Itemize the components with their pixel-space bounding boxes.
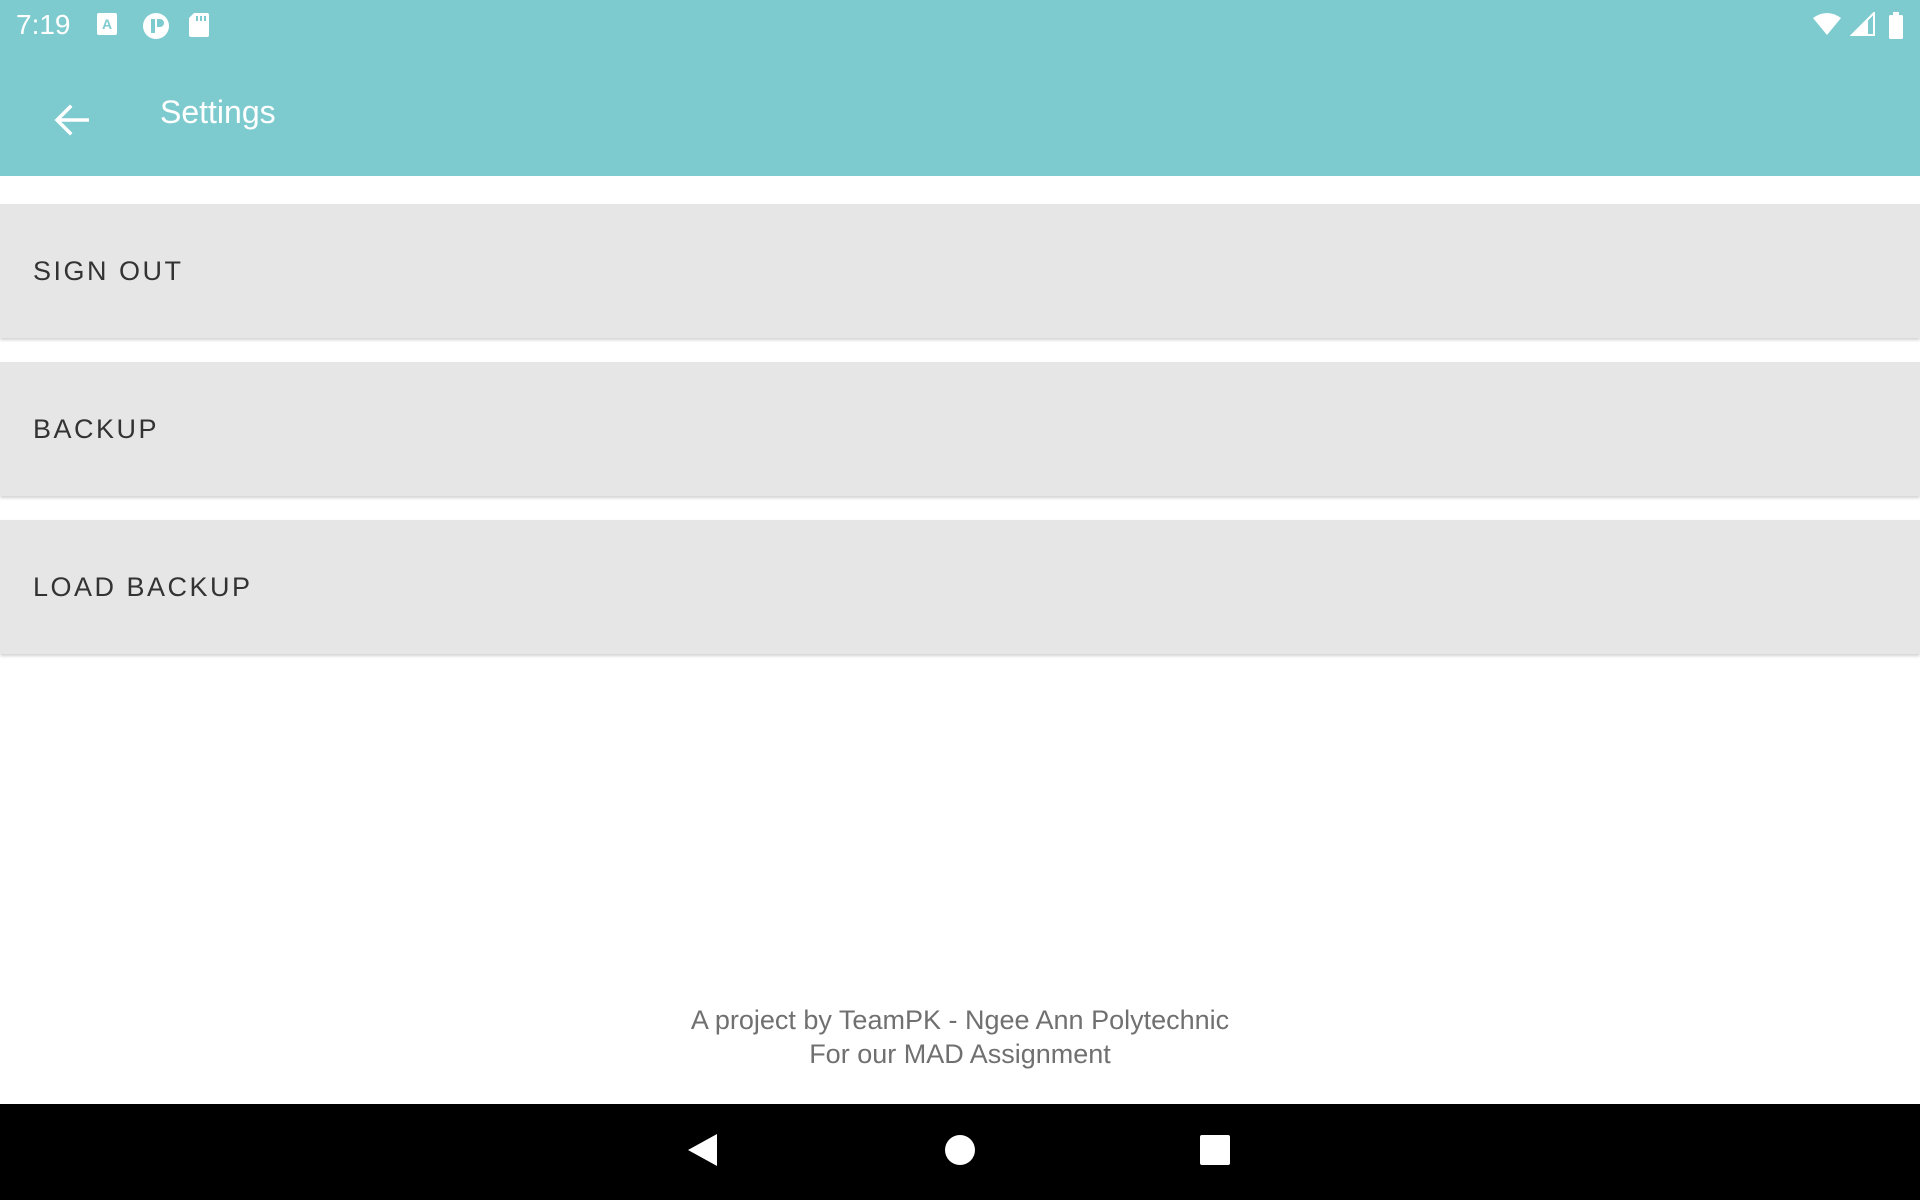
pocket-app-icon <box>142 12 170 39</box>
app-header: 7:19 A Settings <box>0 0 1920 176</box>
navigation-bar <box>0 1104 1920 1200</box>
nav-recents-icon <box>1199 1134 1231 1171</box>
wifi-icon <box>1812 12 1841 38</box>
credits-line-1: A project by TeamPK - Ngee Ann Polytechn… <box>690 1005 1230 1035</box>
sign-out-label: SIGN OUT <box>33 255 184 286</box>
battery-icon <box>1888 12 1906 39</box>
arrow-back-icon <box>52 104 92 141</box>
nav-back-button[interactable] <box>678 1128 726 1176</box>
nav-home-icon <box>944 1134 976 1171</box>
nav-home-button[interactable] <box>936 1128 984 1176</box>
svg-text:A: A <box>102 16 112 32</box>
settings-screen: 7:19 A Settings SIGN OUT BACKUP LOAD BAC… <box>0 0 1920 1200</box>
back-button[interactable] <box>40 90 104 154</box>
nav-recents-button[interactable] <box>1191 1128 1239 1176</box>
sign-out-button[interactable]: SIGN OUT <box>0 204 1920 338</box>
status-notification-icons: A <box>96 12 216 39</box>
page-title: Settings <box>160 94 276 130</box>
load-backup-button[interactable]: LOAD BACKUP <box>0 520 1920 654</box>
keyboard-a-icon: A <box>96 12 124 38</box>
credits-footer: A project by TeamPK - Ngee Ann Polytechn… <box>0 1003 1920 1071</box>
settings-list: SIGN OUT BACKUP LOAD BACKUP <box>0 204 1920 678</box>
cell-signal-icon <box>1849 10 1878 38</box>
load-backup-label: LOAD BACKUP <box>33 571 253 602</box>
credits-line-2: For our MAD Assignment <box>809 1039 1111 1069</box>
status-time: 7:19 <box>16 9 71 40</box>
status-system-icons <box>1812 10 1906 39</box>
backup-label: BACKUP <box>33 413 160 444</box>
app-bar: Settings <box>0 50 1920 176</box>
sd-card-icon <box>188 12 216 38</box>
status-bar: 7:19 A <box>0 0 1920 50</box>
nav-back-icon <box>685 1132 719 1173</box>
backup-button[interactable]: BACKUP <box>0 362 1920 496</box>
